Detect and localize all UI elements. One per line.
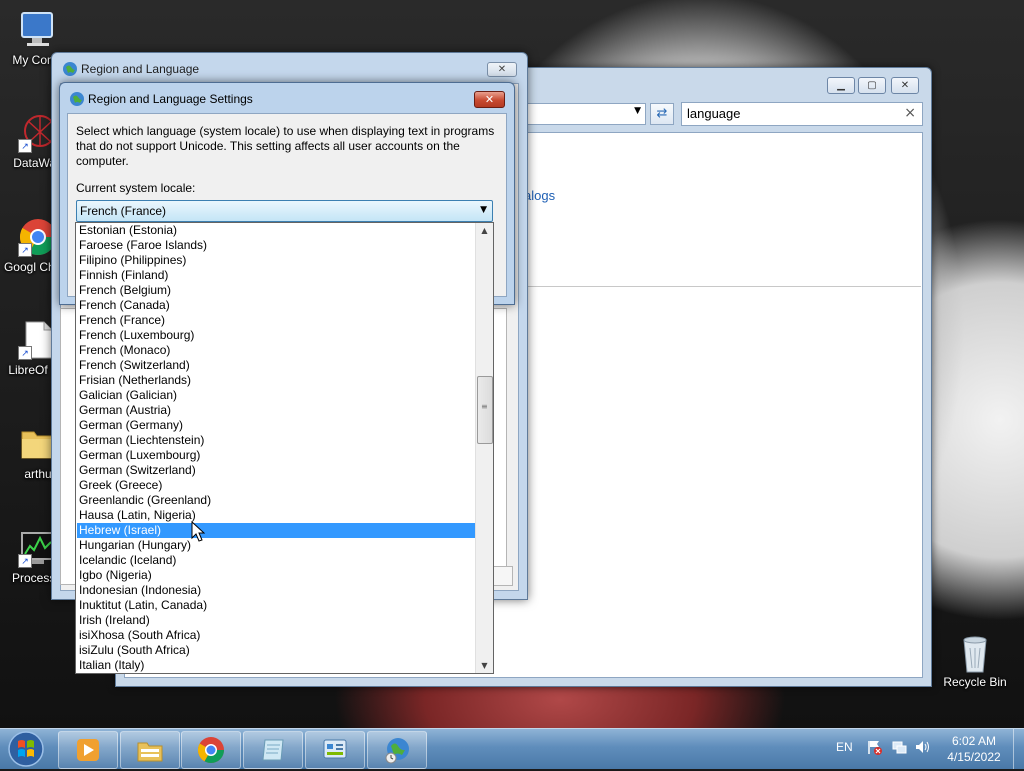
maximize-button[interactable]: ▢ (858, 77, 886, 94)
address-bar[interactable]: ▼ (526, 103, 646, 125)
system-clock[interactable]: 6:02 AM 4/15/2022 (936, 733, 1012, 765)
shortcut-arrow-icon: ↗ (18, 554, 32, 568)
locale-option[interactable]: Filipino (Philippines) (77, 253, 475, 268)
file-explorer-icon (137, 742, 163, 762)
scrollbar-thumb[interactable]: ≡ (477, 376, 493, 444)
computer-icon (18, 10, 58, 50)
desktop-icon-recycle-bin[interactable]: Recycle Bin (937, 632, 1013, 690)
locale-option[interactable]: Finnish (Finland) (77, 268, 475, 283)
locale-option[interactable]: French (Canada) (77, 298, 475, 313)
locale-option[interactable]: isiZulu (South Africa) (77, 643, 475, 658)
taskbar-file-explorer[interactable] (120, 731, 180, 769)
close-button[interactable]: ✕ (891, 77, 919, 94)
locale-option[interactable]: Hebrew (Israel) (77, 523, 475, 538)
shortcut-arrow-icon: ↗ (18, 346, 32, 360)
locale-option[interactable]: French (Monaco) (77, 343, 475, 358)
shortcut-arrow-icon: ↗ (18, 139, 32, 153)
locale-option[interactable]: Galician (Galician) (77, 388, 475, 403)
locale-option[interactable]: French (Belgium) (77, 283, 475, 298)
locale-option[interactable]: Irish (Ireland) (77, 613, 475, 628)
locale-option[interactable]: German (Germany) (77, 418, 475, 433)
volume-icon[interactable] (914, 739, 930, 755)
clock-time: 6:02 AM (951, 734, 997, 748)
close-button[interactable]: ✕ (474, 91, 505, 108)
taskbar-control-panel[interactable] (305, 731, 365, 769)
media-player-icon (77, 739, 99, 761)
notepad-icon (262, 739, 284, 761)
scroll-down-icon[interactable]: ▼ (476, 658, 493, 673)
search-input[interactable]: language × (681, 102, 923, 126)
dialog-title: Region and Language (81, 62, 200, 76)
locale-option[interactable]: German (Austria) (77, 403, 475, 418)
start-button[interactable] (4, 730, 48, 768)
globe-icon (70, 92, 84, 106)
chrome-icon (197, 737, 225, 764)
taskbar-region-language[interactable] (367, 731, 427, 769)
dialog-title: Region and Language Settings (88, 92, 253, 106)
locale-option[interactable]: French (Switzerland) (77, 358, 475, 373)
locale-dropdown-list[interactable]: Estonian (Estonia) Faroese (Faroe Islands… (75, 222, 494, 674)
locale-option[interactable]: Icelandic (Iceland) (77, 553, 475, 568)
locale-option[interactable]: Estonian (Estonia) (77, 223, 475, 238)
clock-date: 4/15/2022 (947, 750, 1001, 764)
refresh-icon: ⇄ (656, 106, 668, 121)
locale-option[interactable]: Frisian (Netherlands) (77, 373, 475, 388)
locale-option[interactable]: Indonesian (Indonesia) (77, 583, 475, 598)
grip-icon: ≡ (481, 402, 488, 411)
locale-items: Estonian (Estonia) Faroese (Faroe Islands… (77, 223, 475, 673)
locale-option[interactable]: Hungarian (Hungary) (77, 538, 475, 553)
globe-icon (63, 62, 77, 76)
control-panel-link[interactable]: alogs (524, 188, 555, 203)
locale-option[interactable]: German (Switzerland) (77, 463, 475, 478)
recycle-bin-icon (955, 632, 995, 673)
selected-locale: French (France) (80, 204, 167, 218)
locale-option[interactable]: German (Liechtenstein) (77, 433, 475, 448)
search-input-value: language (687, 106, 741, 121)
locale-option[interactable]: Igbo (Nigeria) (77, 568, 475, 583)
locale-option[interactable]: French (Luxembourg) (77, 328, 475, 343)
input-language-indicator[interactable]: EN (836, 740, 853, 754)
taskbar-chrome[interactable] (181, 731, 241, 769)
locale-label: Current system locale: (76, 181, 196, 195)
desktop-icon-label: Recycle Bin (943, 675, 1007, 689)
taskbar-media-player[interactable] (58, 731, 118, 769)
close-icon: ✕ (484, 93, 495, 106)
region-language-icon (385, 738, 409, 764)
scroll-up-icon[interactable]: ▲ (476, 223, 493, 238)
locale-option[interactable]: isiXhosa (South Africa) (77, 628, 475, 643)
show-desktop-button[interactable] (1013, 729, 1024, 769)
locale-option[interactable]: German (Luxembourg) (77, 448, 475, 463)
desktop-icon-label: arthu (24, 467, 52, 481)
clear-search-icon[interactable]: × (904, 105, 916, 121)
locale-option[interactable]: Faroese (Faroe Islands) (77, 238, 475, 253)
network-icon[interactable] (891, 739, 907, 755)
locale-option[interactable]: Inuktitut (Latin, Canada) (77, 598, 475, 613)
taskbar: EN 6:02 AM 4/15/2022 (0, 728, 1024, 769)
close-button[interactable]: ✕ (487, 62, 517, 77)
chevron-down-icon[interactable]: ▼ (634, 106, 641, 116)
refresh-button[interactable]: ⇄ (650, 103, 674, 125)
system-locale-select[interactable]: French (France) ▼ (76, 200, 493, 222)
divider (521, 286, 921, 287)
mouse-cursor-icon (191, 521, 205, 542)
locale-description: Select which language (system locale) to… (76, 124, 495, 168)
desktop: My Comp ↗ DataWag ↗ Googl Chron ↗ LibreO… (0, 0, 1024, 728)
dropdown-scrollbar[interactable]: ▲ ≡ ▼ (475, 223, 493, 673)
locale-option[interactable]: Italian (Italy) (77, 658, 475, 673)
action-center-flag-icon[interactable] (866, 739, 882, 755)
shortcut-arrow-icon: ↗ (18, 243, 32, 257)
chevron-down-icon[interactable]: ▼ (480, 205, 487, 215)
minimize-button[interactable]: ▁ (827, 77, 855, 94)
locale-option[interactable]: French (France) (77, 313, 475, 328)
taskbar-notepad[interactable] (243, 731, 303, 769)
locale-option[interactable]: Greenlandic (Greenland) (77, 493, 475, 508)
locale-option[interactable]: Greek (Greece) (77, 478, 475, 493)
windows-logo-icon (8, 731, 44, 767)
locale-option[interactable]: Hausa (Latin, Nigeria) (77, 508, 475, 523)
control-panel-icon (323, 739, 347, 759)
